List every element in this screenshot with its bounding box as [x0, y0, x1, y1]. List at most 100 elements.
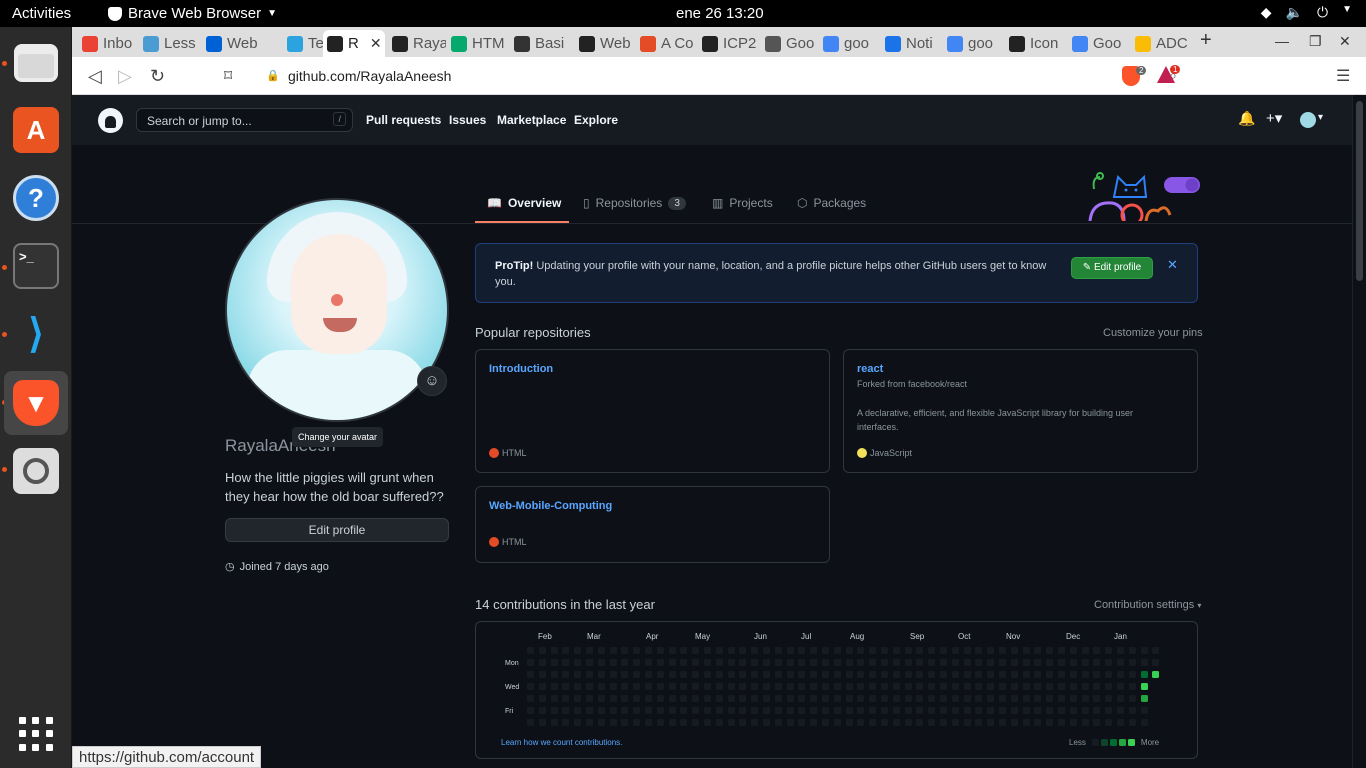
- contribution-day[interactable]: [975, 659, 983, 666]
- contribution-day[interactable]: [692, 659, 700, 666]
- contribution-day[interactable]: [715, 707, 723, 714]
- nav-issues[interactable]: Issues: [449, 113, 486, 127]
- dock-item-files[interactable]: [4, 31, 68, 95]
- contribution-day[interactable]: [751, 683, 759, 690]
- contribution-day[interactable]: [1140, 659, 1148, 666]
- tab-packages[interactable]: ⬡ Packages: [797, 196, 866, 210]
- contribution-day[interactable]: [1022, 647, 1030, 654]
- contribution-day[interactable]: [786, 671, 794, 678]
- contribution-day[interactable]: [999, 659, 1006, 666]
- contribution-day[interactable]: [1105, 707, 1113, 714]
- back-button[interactable]: ◁: [88, 66, 102, 87]
- customize-pins-link[interactable]: Customize your pins: [1103, 327, 1203, 339]
- contribution-day[interactable]: [774, 683, 782, 690]
- contribution-day[interactable]: [609, 683, 617, 690]
- contribution-day[interactable]: [1058, 707, 1065, 714]
- contribution-day[interactable]: [609, 647, 617, 654]
- contribution-day[interactable]: [597, 683, 605, 690]
- contribution-day[interactable]: [668, 707, 676, 714]
- learn-contributions-link[interactable]: Learn how we count contributions.: [501, 738, 622, 747]
- protip-edit-profile-button[interactable]: ✎ Edit profile: [1071, 257, 1153, 279]
- contribution-day[interactable]: [562, 671, 570, 678]
- contribution-day[interactable]: [822, 683, 829, 690]
- contribution-day[interactable]: [668, 719, 676, 726]
- contribution-day[interactable]: [822, 659, 829, 666]
- contribution-day[interactable]: [1093, 707, 1101, 714]
- contribution-day[interactable]: [987, 683, 995, 690]
- contribution-day[interactable]: [1010, 707, 1018, 714]
- contribution-day[interactable]: [1081, 707, 1089, 714]
- forward-button[interactable]: ▷: [118, 66, 132, 87]
- contribution-day[interactable]: [739, 659, 747, 666]
- contribution-day[interactable]: [1034, 695, 1042, 702]
- menu-icon[interactable]: ☰: [1336, 66, 1350, 86]
- contribution-day[interactable]: [1010, 647, 1018, 654]
- contribution-day[interactable]: [869, 659, 877, 666]
- contribution-day[interactable]: [692, 707, 700, 714]
- reload-button[interactable]: ↻: [150, 66, 165, 87]
- contribution-day[interactable]: [975, 695, 983, 702]
- contribution-day[interactable]: [550, 659, 558, 666]
- tab-repositories[interactable]: ▯ Repositories 3: [583, 196, 686, 210]
- contribution-day[interactable]: [1081, 719, 1089, 726]
- close-window-icon[interactable]: ✕: [1339, 33, 1351, 50]
- contribution-day[interactable]: [833, 671, 841, 678]
- contribution-day[interactable]: [562, 683, 570, 690]
- contribution-day[interactable]: [1128, 647, 1136, 654]
- contribution-day[interactable]: [798, 647, 806, 654]
- contribution-day[interactable]: [1081, 683, 1089, 690]
- contribution-day[interactable]: [692, 695, 700, 702]
- contribution-day[interactable]: [940, 695, 947, 702]
- contribution-day[interactable]: [857, 659, 865, 666]
- change-avatar-smiley-button[interactable]: ☺: [417, 366, 447, 396]
- contribution-day[interactable]: [1034, 671, 1042, 678]
- contribution-day[interactable]: [692, 647, 700, 654]
- contribution-day[interactable]: [845, 659, 853, 666]
- contribution-day[interactable]: [609, 707, 617, 714]
- contribution-day[interactable]: [1069, 695, 1077, 702]
- contribution-day[interactable]: [633, 695, 641, 702]
- contribution-day[interactable]: [916, 671, 924, 678]
- contribution-day[interactable]: [999, 671, 1006, 678]
- browser-tab[interactable]: goo: [943, 30, 1001, 57]
- contribution-day[interactable]: [1022, 671, 1030, 678]
- contribution-day[interactable]: [975, 683, 983, 690]
- contribution-day[interactable]: [715, 647, 723, 654]
- contribution-day[interactable]: [798, 659, 806, 666]
- contribution-day[interactable]: [833, 695, 841, 702]
- contribution-day[interactable]: [668, 659, 676, 666]
- contribution-day[interactable]: [633, 683, 641, 690]
- contribution-day[interactable]: [892, 671, 900, 678]
- contribution-day[interactable]: [845, 647, 853, 654]
- contribution-day[interactable]: [527, 695, 534, 702]
- contribution-day[interactable]: [833, 659, 841, 666]
- contribution-day[interactable]: [1128, 707, 1136, 714]
- contribution-day[interactable]: [586, 695, 593, 702]
- contribution-day[interactable]: [928, 671, 936, 678]
- contribution-day[interactable]: [621, 719, 629, 726]
- contribution-day[interactable]: [1081, 671, 1089, 678]
- contribution-day[interactable]: [1058, 671, 1065, 678]
- contribution-day[interactable]: [833, 719, 841, 726]
- contribution-day[interactable]: [892, 719, 900, 726]
- contribution-day[interactable]: [822, 707, 829, 714]
- contribution-day[interactable]: [586, 659, 593, 666]
- contribution-day[interactable]: [704, 695, 711, 702]
- contribution-day[interactable]: [1022, 707, 1030, 714]
- contribution-day[interactable]: [1046, 647, 1054, 654]
- contribution-day[interactable]: [1069, 659, 1077, 666]
- address-bar[interactable]: 🔒 github.com/RayalaAneesh ⌕: [255, 61, 1199, 91]
- contribution-day[interactable]: [538, 707, 546, 714]
- contribution-day[interactable]: [1081, 647, 1089, 654]
- contribution-day[interactable]: [1093, 719, 1101, 726]
- contribution-day[interactable]: [963, 671, 971, 678]
- contribution-day[interactable]: [786, 683, 794, 690]
- contribution-day[interactable]: [904, 671, 912, 678]
- browser-tab[interactable]: goo: [819, 30, 877, 57]
- contribution-day[interactable]: [656, 647, 664, 654]
- contribution-day[interactable]: [1152, 671, 1160, 678]
- contribution-day[interactable]: [810, 683, 818, 690]
- contribution-day[interactable]: [574, 671, 582, 678]
- contribution-day[interactable]: [975, 647, 983, 654]
- contribution-day[interactable]: [668, 683, 676, 690]
